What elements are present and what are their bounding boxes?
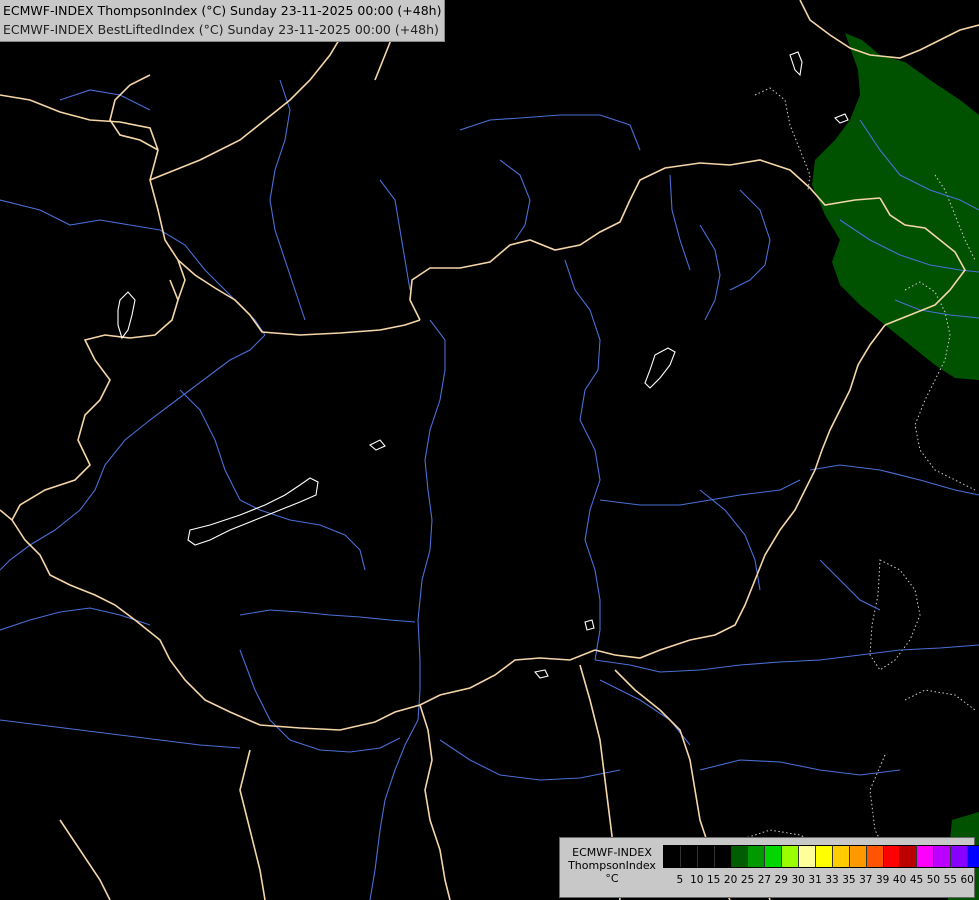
legend-tick: 35: [842, 874, 856, 886]
legend-tick: 60: [960, 874, 974, 886]
legend-swatch: [934, 846, 952, 867]
legend-swatch: [917, 846, 935, 867]
map-canvas[interactable]: [0, 0, 979, 900]
legend-swatch: [697, 846, 715, 867]
map-title-thompson: ECMWF-INDEX ThompsonIndex (°C) Sunday 23…: [3, 3, 442, 18]
legend-tick: 37: [859, 874, 873, 886]
legend-tick: 29: [774, 874, 788, 886]
legend-title-line2: ThompsonIndex: [568, 859, 656, 872]
legend-tick: 40: [892, 874, 907, 886]
legend-tick: 45: [909, 874, 924, 886]
legend-tick: 5: [676, 874, 684, 886]
legend-swatch: [748, 846, 766, 867]
legend-tick: 15: [707, 874, 721, 886]
legend-color-bar: [663, 845, 979, 868]
legend-tick: 55: [943, 874, 957, 886]
legend-swatch: [968, 846, 979, 867]
legend-tick: 10: [690, 874, 704, 886]
legend-swatch: [951, 846, 969, 867]
legend-tick: 39: [876, 874, 890, 886]
color-legend: ECMWF-INDEX ThompsonIndex °C 5 10 15 20 25 27…: [559, 837, 979, 898]
legend-swatch: [782, 846, 800, 867]
legend-tick: 33: [825, 874, 839, 886]
legend-swatch: [664, 846, 681, 867]
legend-swatch: [832, 846, 850, 867]
legend-swatch: [883, 846, 901, 867]
legend-title: ECMWF-INDEX ThompsonIndex °C: [564, 846, 660, 885]
legend-swatch: [816, 846, 833, 867]
legend-tick: 31: [808, 874, 822, 886]
legend-title-line1: ECMWF-INDEX: [572, 846, 652, 859]
legend-swatch: [799, 846, 817, 867]
legend-tick: 30: [791, 874, 805, 886]
legend-swatch: [900, 846, 918, 867]
legend-tick-labels: 5 10 15 20 25 27 29 30 31 33 35 37 39 40 45 50 55 60: [663, 874, 974, 888]
legend-swatch: [714, 846, 732, 867]
legend-unit: °C: [605, 872, 619, 885]
legend-tick: 50: [926, 874, 941, 886]
legend-swatch: [731, 846, 749, 867]
legend-tick: 25: [740, 874, 755, 886]
map-title-box: ECMWF-INDEX ThompsonIndex (°C) Sunday 23…: [0, 0, 446, 42]
legend-tick: 27: [757, 874, 772, 886]
legend-swatch: [866, 846, 884, 867]
legend-swatch: [765, 846, 783, 867]
legend-swatch: [680, 846, 698, 867]
legend-tick: 20: [723, 874, 738, 886]
map-title-lifted: ECMWF-INDEX BestLiftedIndex (°C) Sunday …: [3, 22, 439, 37]
legend-swatch: [849, 846, 867, 867]
